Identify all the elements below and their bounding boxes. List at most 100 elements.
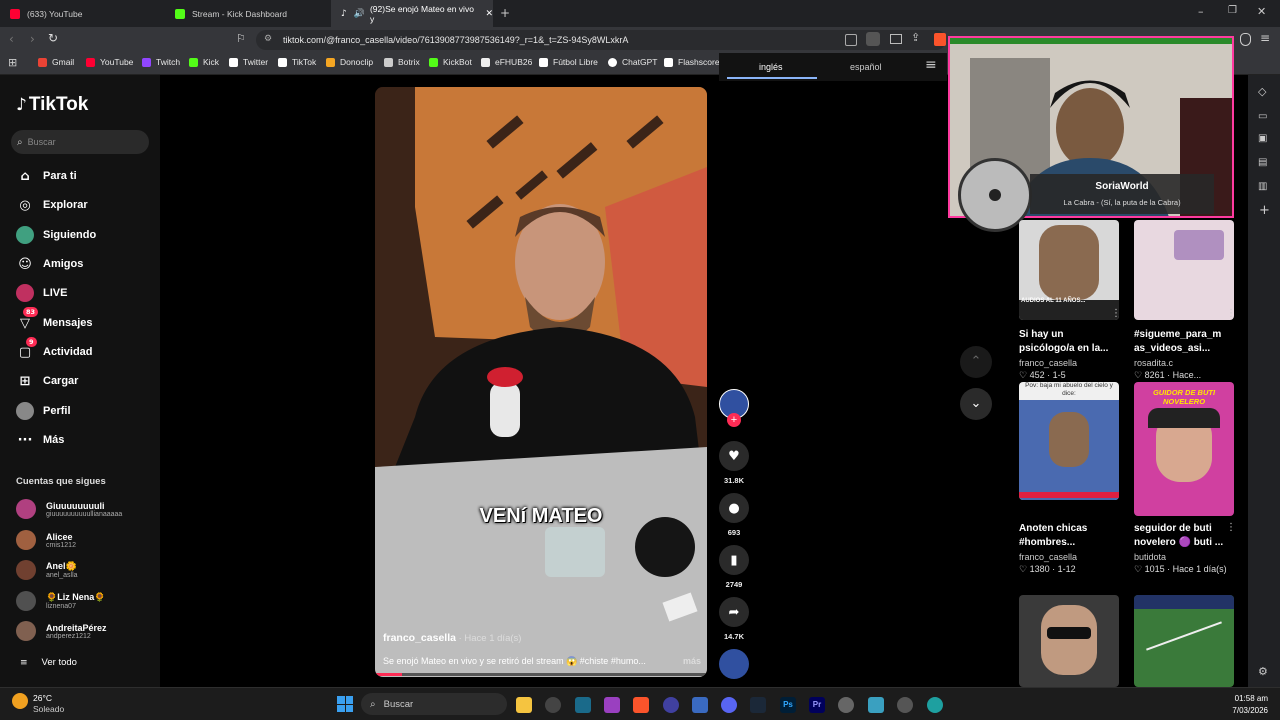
nav-item-para-ti[interactable]: ⌂ Para ti (16, 167, 76, 185)
reload-icon[interactable]: ↻ (48, 31, 58, 45)
close-tab-icon[interactable]: ✕ (485, 9, 493, 19)
video-player[interactable]: VENí MATEO franco_casella · Hace 1 día(s… (375, 87, 707, 677)
nav-item-mensajes[interactable]: ▽ 83 Mensajes (16, 307, 93, 332)
reader-mode-icon[interactable] (845, 34, 857, 46)
bookmark-twitch[interactable]: Twitch (142, 57, 180, 67)
recommended-video-card[interactable] (1019, 595, 1119, 687)
followed-account[interactable]: 🌻Liz Nena🌻 liznena07 (16, 591, 105, 611)
calculator-icon[interactable] (692, 697, 708, 713)
recommended-video-card[interactable] (1134, 595, 1234, 687)
followed-account[interactable]: Alicee cmis1212 (16, 530, 76, 550)
app-icon[interactable] (604, 697, 620, 713)
speaker-icon[interactable]: 🔊 (354, 9, 365, 19)
premiere-icon[interactable]: Pr (809, 697, 825, 713)
bookmark-twitter[interactable]: Twitter (229, 57, 268, 67)
translate-menu-icon[interactable]: ≡ (925, 57, 937, 73)
recommended-video-card[interactable]: #sigueme_para_m as_videos_asi... rosadit… (1134, 220, 1234, 381)
recommended-video-card[interactable]: GUIDOR DE BUTI NOVELERO seguidor de buti… (1134, 382, 1234, 575)
nav-item-actividad[interactable]: ▢ 9 Actividad (16, 337, 93, 361)
menu-icon[interactable]: ≡ (1260, 31, 1270, 45)
tab-kick[interactable]: Stream - Kick Dashboard (165, 0, 331, 27)
tab-tiktok-active[interactable]: ♪ 🔊 (92)Se enojó Mateo en vivo y ✕ (331, 0, 493, 27)
add-panel-icon[interactable]: + (1259, 203, 1270, 218)
bookmarks-panel-icon[interactable]: ▥ (1258, 181, 1267, 192)
tab-youtube[interactable]: (633) YouTube (0, 0, 165, 27)
nav-item-cargar[interactable]: ⊞ Cargar (16, 372, 79, 390)
bookmark-efhub26[interactable]: eFHUB26 (481, 57, 532, 67)
author-avatar-button[interactable]: + (719, 389, 749, 427)
bookmark-chatgpt[interactable]: ChatGPT (608, 57, 657, 67)
bookmark-youtube[interactable]: YouTube (86, 57, 133, 67)
new-tab-icon[interactable]: + (500, 6, 510, 20)
notepad-icon[interactable] (868, 697, 884, 713)
windows-start-icon[interactable] (337, 696, 353, 712)
brave-shield-icon[interactable] (934, 33, 946, 46)
brave-icon[interactable] (633, 697, 649, 713)
card-options-icon[interactable]: ⋮ (1111, 308, 1121, 319)
restore-icon[interactable]: ❐ (1228, 5, 1237, 16)
see-all-link[interactable]: ≡ Ver todo (20, 657, 77, 668)
share-icon[interactable]: ⇪ (911, 31, 920, 44)
recommended-video-card[interactable]: Pov: baja mi abuelo del cielo y dice: An… (1019, 382, 1119, 575)
media-player-icon[interactable] (897, 697, 913, 713)
nav-item-explorar[interactable]: ◎ Explorar (16, 196, 87, 214)
share-button[interactable]: ➦ 14.7K (719, 597, 749, 641)
close-window-icon[interactable]: ✕ (1257, 5, 1266, 18)
video-author-link[interactable]: franco_casella (383, 632, 456, 644)
nav-item-live[interactable]: LIVE (16, 284, 67, 302)
translate-lang-english[interactable]: inglés (759, 62, 783, 72)
tiktok-logo[interactable]: ♪ TikTok (16, 94, 88, 116)
like-button[interactable]: ♥ 31.8K (719, 441, 749, 485)
nav-item-amigos[interactable]: ☺ Amigos (16, 255, 83, 273)
wallet-icon[interactable]: ▣ (1258, 133, 1267, 144)
file-explorer-icon[interactable] (516, 697, 532, 713)
card-options-icon[interactable]: ⋮ (1226, 308, 1236, 319)
translate-lang-spanish[interactable]: español (850, 62, 882, 72)
bookmark-tiktok[interactable]: TikTok (278, 57, 316, 67)
card-author[interactable]: rosadita.c (1134, 358, 1234, 368)
progress-bar[interactable] (375, 673, 707, 676)
follow-plus-icon[interactable]: + (727, 413, 741, 427)
steam-icon[interactable] (750, 697, 766, 713)
site-settings-icon[interactable]: ⚙ (264, 34, 272, 44)
nav-item-siguiendo[interactable]: Siguiendo (16, 226, 96, 244)
sound-disc[interactable] (719, 649, 749, 679)
save-button[interactable]: ▮ 2749 (719, 545, 749, 589)
more-link[interactable]: más (683, 656, 701, 667)
followed-account[interactable]: AndreitaPérez andperez1212 (16, 621, 107, 641)
bookmark-donoclip[interactable]: Donoclip (326, 57, 373, 67)
followed-account[interactable]: Anel🌼 anel_aslla (16, 560, 78, 580)
bookmark-futbol-libre[interactable]: Fútbol Libre (539, 57, 598, 67)
minimize-icon[interactable]: – (1198, 5, 1204, 18)
translate-icon[interactable] (866, 32, 880, 46)
taskbar-search[interactable]: ⌕ Buscar (361, 693, 507, 715)
back-icon[interactable]: ‹ (9, 32, 14, 46)
bookmark-flashscore[interactable]: Flashscore (664, 57, 720, 67)
bookmark-kickbot[interactable]: KickBot (429, 57, 472, 67)
weather-temp[interactable]: 26°C (33, 693, 52, 703)
forward-icon[interactable]: › (30, 32, 35, 46)
vpn-icon[interactable] (1240, 33, 1251, 46)
clock-time[interactable]: 01:58 am (1224, 694, 1268, 703)
followed-account[interactable]: Giuuuuuuuuli giuuuuuuuuuullianaaaaa (16, 499, 122, 519)
app-icon[interactable] (575, 697, 591, 713)
comment-button[interactable]: ● 693 (719, 493, 749, 537)
nav-item-mas[interactable]: ··· Más (16, 431, 65, 449)
bookmark-kick[interactable]: Kick (189, 57, 219, 67)
reading-list-icon[interactable]: ▤ (1258, 157, 1267, 168)
settings-icon[interactable]: ⚙ (1258, 665, 1268, 678)
bookmark-icon[interactable]: ⚐ (236, 32, 246, 45)
bookmark-gmail[interactable]: Gmail (38, 57, 74, 67)
cast-icon[interactable] (890, 34, 902, 44)
card-options-icon[interactable]: ⋮ (1226, 522, 1236, 533)
settings-icon[interactable] (838, 697, 854, 713)
bookmark-botrix[interactable]: Botrix (384, 57, 420, 67)
chrome-icon[interactable] (545, 697, 561, 713)
next-video-button[interactable]: ⌄ (960, 388, 992, 420)
photoshop-icon[interactable]: Ps (780, 697, 796, 713)
edge-icon[interactable] (927, 697, 943, 713)
leo-ai-icon[interactable]: ◇ (1258, 85, 1266, 98)
search-input[interactable]: ⌕ Buscar (11, 130, 149, 154)
app-icon[interactable] (663, 697, 679, 713)
media-icon[interactable]: ▭ (1258, 111, 1267, 122)
